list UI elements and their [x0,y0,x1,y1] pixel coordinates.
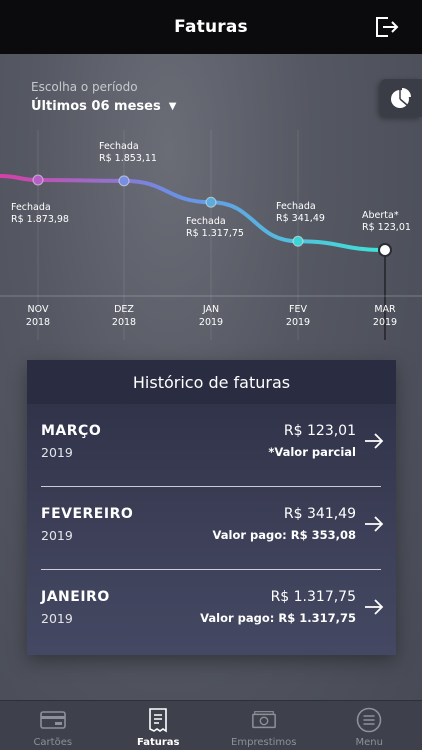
period-selected-value: Últimos 06 meses [31,99,161,114]
tick-year: 2019 [372,317,398,328]
nav-item-faturas[interactable]: Faturas [106,701,212,750]
invoice-month: JANEIRO [41,589,110,605]
tick-year: 2018 [25,317,51,328]
invoice-amount: R$ 123,01 [283,423,356,439]
chart-point-status: Fechada [186,216,226,228]
cash-icon [251,707,277,733]
invoice-amount: R$ 341,49 [283,506,356,522]
chart-point-label: Fechada R$ 1.853,11 [99,141,157,165]
invoice-amount: R$ 1.317,75 [270,589,356,605]
app-screen: Faturas Escolha o período Últimos 06 mes… [0,0,422,750]
invoice-note: *Valor parcial [268,445,356,459]
bottom-navigation: Cartões Faturas Emprestimos Menu [0,700,422,750]
invoice-month: MARÇO [41,423,102,439]
logout-icon [376,17,399,37]
tick-year: 2019 [285,317,311,328]
chart-x-tick: NOV 2018 [13,303,63,329]
chart-point-label: Fechada R$ 1.317,75 [186,216,244,240]
chart-point[interactable] [118,175,130,187]
invoice-month: FEVEREIRO [41,506,134,522]
tick-year: 2019 [198,317,224,328]
chart-point-value: R$ 1.317,75 [186,228,244,240]
chart-point-label: Aberta* R$ 123,01 [362,210,411,234]
page-title: Faturas [174,17,248,37]
period-dropdown[interactable]: Últimos 06 meses ▼ [31,99,176,114]
nav-item-emprestimos[interactable]: Emprestimos [211,701,317,750]
card-title: Histórico de faturas [132,372,291,392]
tick-month: JAN [202,304,220,315]
chart-x-tick: MAR 2019 [360,303,410,329]
chart-point-status: Fechada [99,140,139,152]
menu-icon [356,707,382,733]
nav-label: Cartões [33,737,73,748]
invoice-history-card: Histórico de faturas MARÇO 2019 R$ 123,0… [27,360,396,655]
chart-point-status: Fechada [11,202,51,213]
nav-item-cartoes[interactable]: Cartões [0,701,106,750]
chart-point-status: Fechada [276,201,316,213]
invoice-note: Valor pago: R$ 1.317,75 [200,611,356,625]
invoice-year: 2019 [41,445,73,460]
invoice-year: 2019 [41,611,73,626]
arrow-right-icon [365,599,384,615]
chart-point-value: R$ 123,01 [362,222,411,233]
invoice-row-january[interactable]: JANEIRO 2019 R$ 1.317,75 Valor pago: R$ … [27,571,396,653]
invoice-year: 2019 [41,528,73,543]
chart-point[interactable] [32,174,44,186]
tick-month: NOV [27,304,49,315]
period-label: Escolha o período [31,80,138,94]
chart-point-value: R$ 1.873,98 [11,214,69,225]
pie-chart-button[interactable] [380,79,422,117]
tick-month: DEZ [114,304,134,315]
invoice-row-february[interactable]: FEVEREIRO 2019 R$ 341,49 Valor pago: R$ … [27,488,396,570]
logout-button[interactable] [374,15,400,39]
tick-month: FEV [289,304,307,315]
chart-point-label: Fechada R$ 341,49 [276,201,325,225]
tick-month: MAR [374,304,396,315]
chart-point-status: Aberta* [362,210,399,221]
pie-chart-icon [391,88,411,108]
chart-point-value: R$ 341,49 [276,213,325,225]
tick-year: 2018 [111,317,137,328]
chart-point[interactable] [378,243,392,257]
invoice-row-march[interactable]: MARÇO 2019 R$ 123,01 *Valor parcial [27,405,396,487]
arrow-right-icon [365,433,384,449]
arrow-right-icon [365,516,384,532]
chart-point-value: R$ 1.853,11 [99,152,157,164]
nav-item-menu[interactable]: Menu [317,701,422,750]
row-divider [41,569,381,570]
invoice-note: Valor pago: R$ 353,08 [212,528,356,542]
chart-x-tick: FEV 2019 [273,303,323,329]
row-divider [41,486,381,487]
receipt-icon [145,707,171,733]
card-header: Histórico de faturas [27,360,396,405]
card-icon [39,707,66,733]
chart-point[interactable] [292,235,304,247]
nav-label: Emprestimos [231,737,297,748]
chart-point-label: Fechada R$ 1.873,98 [11,202,69,226]
nav-label: Faturas [136,737,180,748]
top-bar: Faturas [0,0,422,54]
chevron-down-icon: ▼ [168,101,177,112]
chart-point[interactable] [205,196,217,208]
nav-label: Menu [355,737,383,748]
chart-x-tick: DEZ 2018 [99,303,149,329]
chart-x-tick: JAN 2019 [186,303,236,329]
